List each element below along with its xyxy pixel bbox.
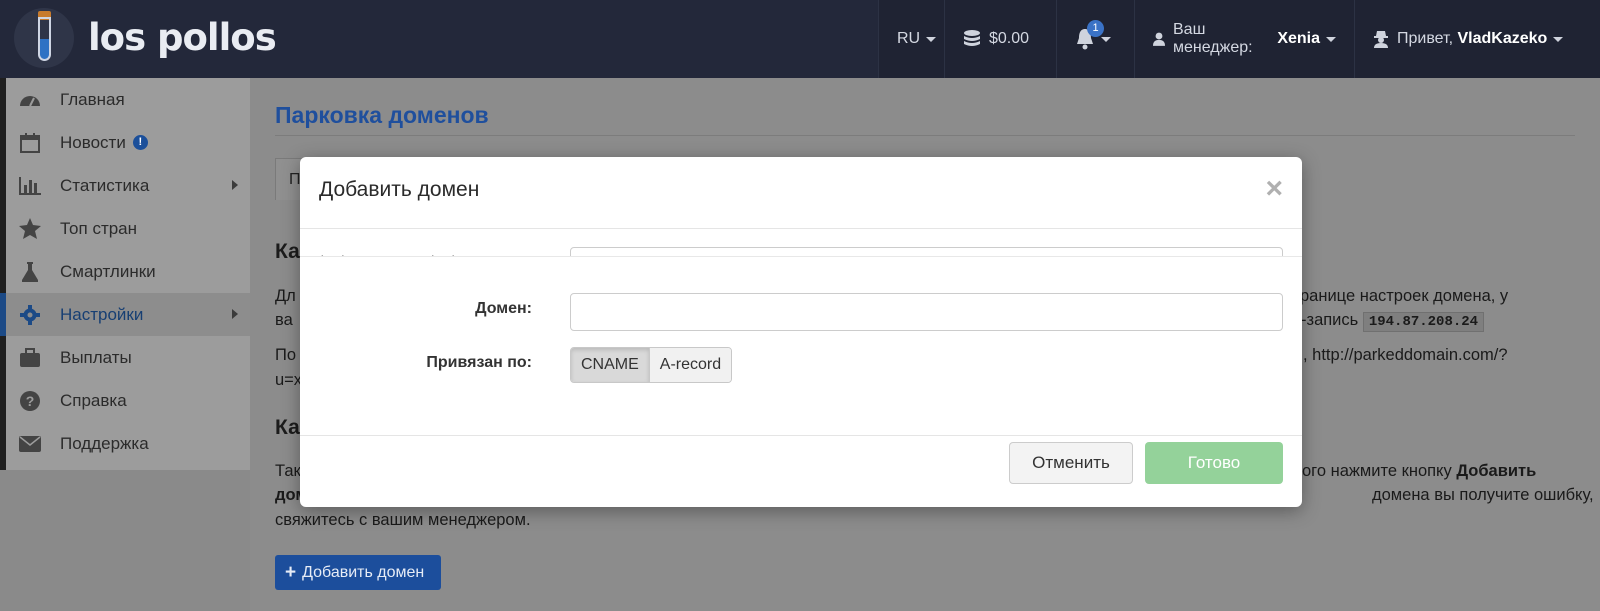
plus-icon: +: [285, 561, 297, 583]
paragraph-text: u=x: [275, 371, 303, 389]
envelope-icon: [18, 432, 42, 456]
sidebar-item-support[interactable]: Поддержка: [6, 422, 250, 465]
dashboard-icon: [18, 88, 42, 112]
done-button[interactable]: Готово: [1145, 442, 1283, 484]
chevron-right-icon: [232, 180, 238, 190]
sidebar-item-statistics[interactable]: Статистика: [6, 164, 250, 207]
divider: [275, 135, 1575, 136]
add-domain-modal: Добавить домен × · · · · Домен: Привязан…: [300, 157, 1302, 507]
paragraph-fragment: ого нажмите кнопку: [1302, 462, 1452, 480]
balance-value: $0.00: [989, 30, 1030, 47]
sidebar-item-label: Поддержка: [60, 433, 149, 453]
paragraph-text: домена вы получите ошибку,: [1372, 486, 1594, 504]
sidebar-item-settings[interactable]: Настройки: [0, 293, 250, 336]
sidebar-item-label: Выплаты: [60, 347, 132, 367]
paragraph-text: ранице настроек домена, у: [1300, 287, 1509, 305]
page-title: Парковка доменов: [275, 102, 489, 128]
scrolled-field-remnant: · · · ·: [300, 229, 1302, 257]
clipped-input[interactable]: [570, 247, 1283, 256]
modal-title: Добавить домен: [319, 178, 480, 201]
sidebar-item-help[interactable]: ? Справка: [6, 379, 250, 422]
username: VladKazeko: [1457, 30, 1548, 47]
paragraph-text: свяжитесь с вашим менеджером.: [275, 511, 531, 529]
add-domain-emphasis: Добавить: [1456, 462, 1537, 480]
chevron-down-icon: [1326, 36, 1336, 42]
sidebar-item-news[interactable]: Новости !: [6, 121, 250, 164]
star-icon: [18, 217, 42, 241]
logo-icon[interactable]: [14, 8, 74, 68]
modal-body: · · · ·: [300, 229, 1302, 436]
manager-label: Ваш менеджер:: [1173, 21, 1253, 56]
svg-text:?: ?: [26, 393, 35, 409]
bell-icon: 1: [1075, 20, 1104, 50]
sidebar: Главная Новости ! Статистика Топ стран С…: [0, 78, 250, 611]
user-icon: [1153, 32, 1165, 46]
close-icon[interactable]: ×: [1265, 174, 1283, 204]
language-dropdown[interactable]: RU: [878, 0, 944, 78]
paragraph-text: ого нажмите кнопку Добавить: [1302, 459, 1536, 484]
sidebar-item-label: Смартлинки: [60, 261, 156, 281]
section-heading: Ка: [275, 240, 300, 263]
question-icon: ?: [18, 389, 42, 413]
brand-name[interactable]: los pollos: [88, 16, 277, 59]
clipped-label: · · · ·: [320, 247, 462, 257]
sidebar-item-smartlinks[interactable]: Смартлинки: [6, 250, 250, 293]
section-heading: Ка: [275, 416, 300, 439]
chevron-down-icon: [926, 36, 937, 42]
flask-icon: [18, 260, 42, 284]
paragraph-text: ва: [275, 311, 293, 329]
sidebar-item-label: Статистика: [60, 175, 150, 195]
sidebar-item-label: Топ стран: [60, 218, 138, 238]
domain-label: Домен:: [475, 300, 532, 317]
chevron-down-icon: [1553, 36, 1564, 42]
paragraph-text: А-запись 194.87.208.24: [1290, 308, 1485, 335]
manager-name: Xenia: [1277, 30, 1320, 47]
balance-display[interactable]: $0.00: [944, 0, 1056, 78]
sidebar-item-label: Главная: [60, 89, 125, 109]
add-domain-label: Добавить домен: [302, 563, 425, 581]
sidebar-item-label: Настройки: [60, 304, 144, 324]
bound-by-label: Привязан по:: [426, 354, 532, 371]
cancel-button[interactable]: Отменить: [1009, 442, 1133, 484]
gear-icon: [18, 303, 42, 327]
sidebar-item-label: Новости: [60, 132, 126, 152]
sidebar-item-top-countries[interactable]: Топ стран: [6, 207, 250, 250]
cname-option[interactable]: CNAME: [571, 348, 650, 382]
sidebar-menu: Главная Новости ! Статистика Топ стран С…: [0, 78, 250, 470]
user-secret-icon: [1374, 31, 1388, 48]
user-menu-dropdown[interactable]: Привет, VladKazeko: [1354, 0, 1600, 78]
top-navbar: los pollos RU $0.00 1 Ваш менеджер: Xeni…: [0, 0, 1600, 78]
ip-address-code: 194.87.208.24: [1362, 312, 1485, 332]
manager-dropdown[interactable]: Ваш менеджер: Xenia: [1134, 0, 1354, 78]
example-url: http://parkeddomain.com/?: [1312, 346, 1508, 364]
language-label: RU: [897, 30, 921, 47]
info-icon: !: [132, 135, 148, 150]
binding-type-toggle: CNAME A-record: [570, 347, 733, 383]
paragraph-text: Дл: [275, 287, 296, 305]
briefcase-icon: [18, 346, 42, 370]
bar-chart-icon: [18, 174, 42, 198]
modal-header: Добавить домен ×: [300, 157, 1302, 229]
calendar-icon: [18, 131, 42, 155]
paragraph-text: , http://parkeddomain.com/?: [1303, 346, 1508, 364]
paragraph-text: Так: [275, 462, 301, 480]
add-domain-button[interactable]: + Добавить домен: [275, 555, 441, 590]
greeting-label: Привет,: [1397, 30, 1454, 47]
notification-count-badge: 1: [1087, 20, 1104, 37]
coins-icon: [964, 30, 980, 46]
a-record-option[interactable]: A-record: [649, 348, 732, 382]
chevron-right-icon: [232, 309, 238, 319]
sidebar-item-label: Справка: [60, 390, 127, 410]
domain-input[interactable]: [570, 293, 1283, 331]
sidebar-item-home[interactable]: Главная: [6, 78, 250, 121]
sidebar-item-payouts[interactable]: Выплаты: [6, 336, 250, 379]
paragraph-text: По: [275, 346, 297, 364]
notifications-dropdown[interactable]: 1: [1056, 0, 1134, 78]
chevron-down-icon: [1101, 36, 1111, 42]
